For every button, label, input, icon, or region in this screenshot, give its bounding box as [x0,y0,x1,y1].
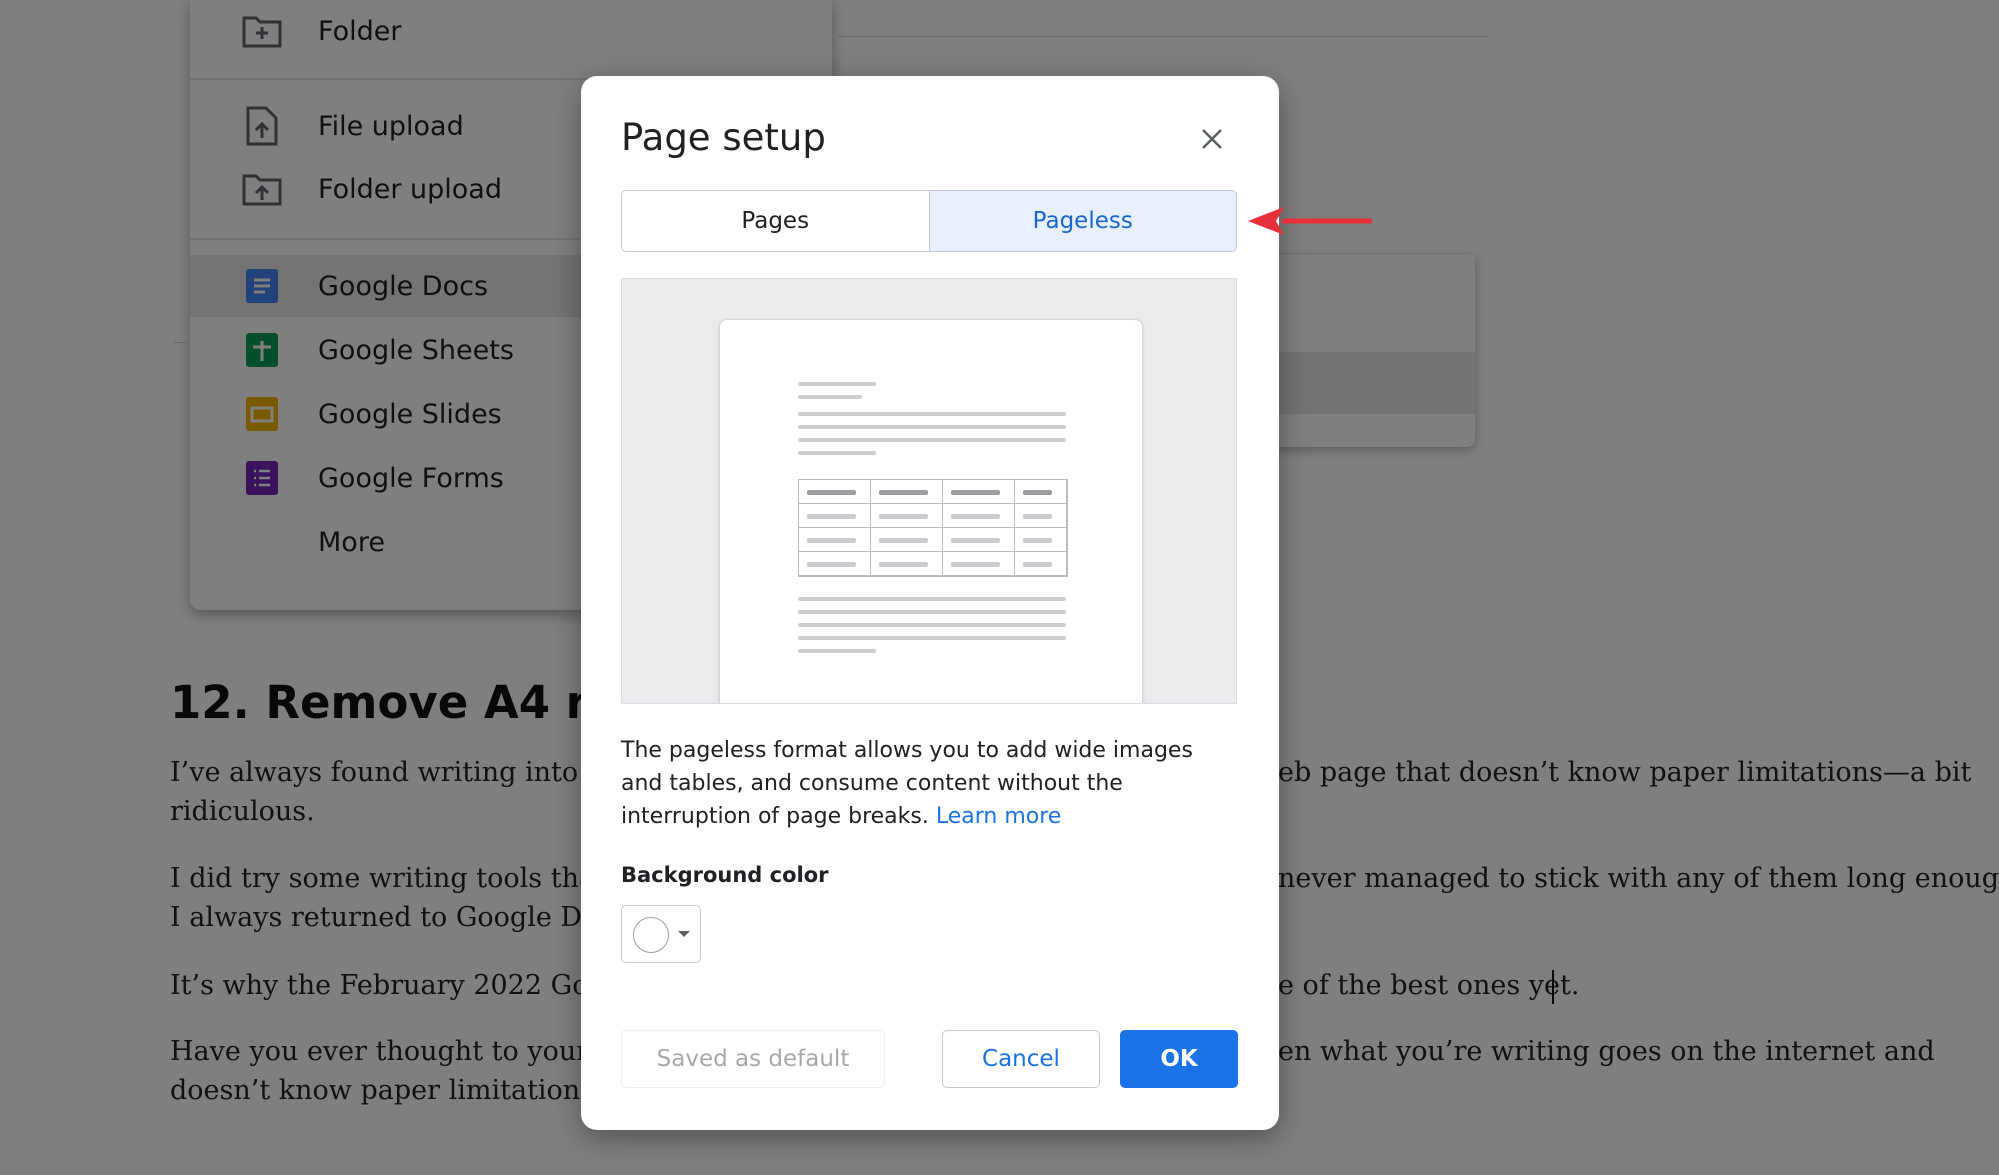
tab-pageless[interactable]: Pageless [929,191,1236,251]
learn-more-link[interactable]: Learn more [936,804,1061,829]
caret-down-icon [678,931,690,937]
pageless-description: The pageless format allows you to add wi… [621,734,1241,833]
table-illustration [798,479,1068,577]
annotation-arrow-icon [1248,207,1372,235]
page-setup-dialog: Page setup Pages Pageless The pageless f… [581,76,1279,1130]
close-button[interactable] [1193,120,1231,158]
color-swatch [633,917,669,953]
description-text: The pageless format allows you to add wi… [621,738,1193,829]
background-color-picker[interactable] [621,905,701,963]
document-sheet-illustration [719,319,1143,703]
tab-pages[interactable]: Pages [622,191,930,251]
dialog-title: Page setup [621,116,826,159]
saved-as-default-button[interactable]: Saved as default [621,1030,885,1088]
page-format-toggle: Pages Pageless [621,190,1237,252]
cancel-button[interactable]: Cancel [942,1030,1100,1088]
pageless-preview-illustration [621,278,1237,704]
close-icon [1202,129,1222,149]
ok-button[interactable]: OK [1120,1030,1238,1088]
background-color-label: Background color [621,863,829,887]
